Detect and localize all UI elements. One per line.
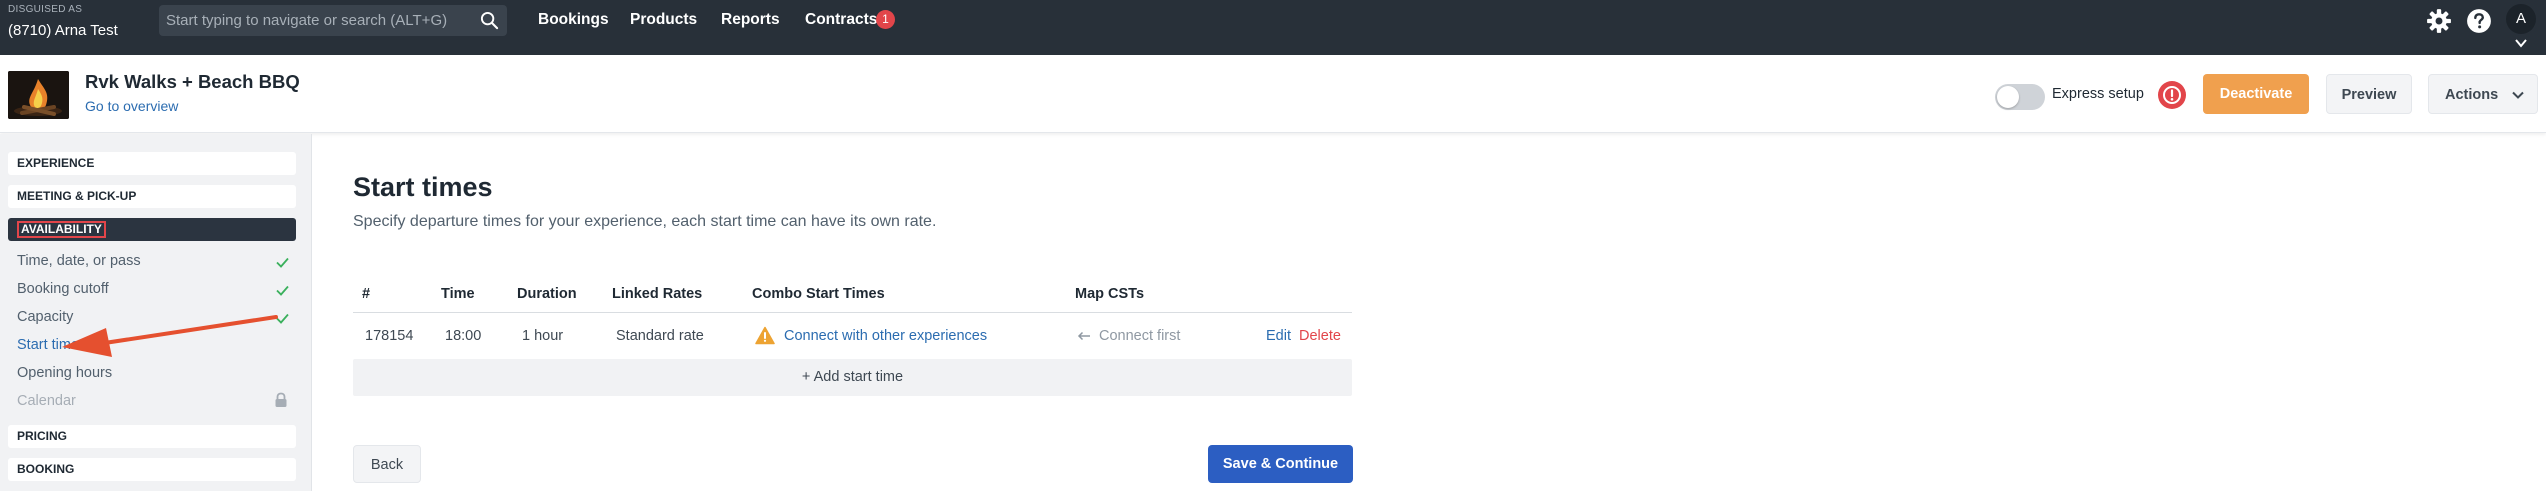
availability-label: AVAILABILITY <box>17 221 106 238</box>
start-time-linked-rate: Standard rate <box>616 328 704 344</box>
experience-thumbnail <box>8 71 69 119</box>
annotation-arrow <box>62 315 278 357</box>
express-setup-label: Express setup <box>2052 86 2144 102</box>
start-time-time: 18:00 <box>445 328 482 344</box>
exclamation-icon <box>2163 86 2181 104</box>
user-avatar[interactable]: A <box>2506 4 2536 34</box>
search-icon[interactable] <box>480 11 499 30</box>
arrow-left-icon <box>1077 331 1090 341</box>
column-header-combo-start-times: Combo Start Times <box>752 286 885 302</box>
sidebar-item-calendar: Calendar <box>17 393 76 409</box>
add-start-time-button[interactable]: + Add start time <box>353 359 1352 396</box>
sidebar-section-meeting-pickup[interactable]: MEETING & PICK-UP <box>8 185 296 208</box>
nav-reports[interactable]: Reports <box>721 11 780 29</box>
chevron-down-icon[interactable] <box>2515 38 2527 48</box>
delete-start-time-button[interactable]: Delete <box>1299 328 1341 344</box>
warning-icon <box>755 326 775 345</box>
connect-first-text: Connect first <box>1099 328 1181 344</box>
chevron-down-icon <box>2512 91 2524 99</box>
alert-icon[interactable] <box>2158 81 2186 109</box>
check-icon <box>276 285 289 296</box>
go-to-overview-link[interactable]: Go to overview <box>85 98 178 114</box>
sidebar-section-booking[interactable]: BOOKING <box>8 458 296 481</box>
nav-products[interactable]: Products <box>630 11 697 29</box>
search-placeholder: Start typing to navigate or search (ALT+… <box>166 12 448 29</box>
back-button[interactable]: Back <box>353 445 421 483</box>
save-and-continue-button[interactable]: Save & Continue <box>1208 445 1353 483</box>
sidebar-section-experience[interactable]: EXPERIENCE <box>8 152 296 175</box>
check-icon <box>276 257 289 268</box>
column-header-number: # <box>362 286 371 302</box>
column-header-duration: Duration <box>517 286 577 302</box>
gear-icon[interactable] <box>2426 8 2452 34</box>
column-header-map-csts: Map CSTs <box>1075 286 1145 302</box>
lock-icon <box>275 392 287 407</box>
column-header-linked-rates: Linked Rates <box>612 286 703 302</box>
contracts-count-badge: 1 <box>876 10 895 29</box>
preview-button[interactable]: Preview <box>2326 74 2412 114</box>
connect-with-other-experiences-link[interactable]: Connect with other experiences <box>784 328 987 344</box>
column-header-time: Time <box>441 286 475 302</box>
sidebar-item-booking-cutoff[interactable]: Booking cutoff <box>17 281 109 297</box>
top-navigation-bar: DISGUISED AS (8710) Arna Test Start typi… <box>0 0 2546 55</box>
edit-start-time-button[interactable]: Edit <box>1266 328 1291 344</box>
sidebar-section-availability[interactable]: AVAILABILITY <box>8 218 296 241</box>
help-icon[interactable] <box>2466 8 2492 34</box>
disguised-as-label: DISGUISED AS <box>8 4 83 15</box>
page-description: Specify departure times for your experie… <box>353 213 937 230</box>
actions-dropdown[interactable]: Actions <box>2428 74 2538 114</box>
account-switcher[interactable]: (8710) Arna Test <box>8 22 118 39</box>
start-time-duration: 1 hour <box>522 328 564 344</box>
deactivate-button[interactable]: Deactivate <box>2203 74 2309 114</box>
global-search-input[interactable]: Start typing to navigate or search (ALT+… <box>159 5 507 36</box>
sidebar-item-time-date-pass[interactable]: Time, date, or pass <box>17 253 141 269</box>
actions-label: Actions <box>2445 87 2499 103</box>
sidebar-section-pricing[interactable]: PRICING <box>8 425 296 448</box>
toggle-knob <box>1997 86 2019 108</box>
start-time-id: 178154 <box>365 328 414 344</box>
campfire-image <box>8 71 69 119</box>
table-header-divider <box>353 312 1352 313</box>
sidebar-item-opening-hours[interactable]: Opening hours <box>17 365 112 381</box>
page-title: Start times <box>353 172 493 202</box>
nav-bookings[interactable]: Bookings <box>538 11 609 29</box>
experience-title: Rvk Walks + Beach BBQ <box>85 71 300 92</box>
express-setup-toggle[interactable] <box>1995 84 2045 110</box>
nav-contracts[interactable]: Contracts <box>805 11 877 29</box>
